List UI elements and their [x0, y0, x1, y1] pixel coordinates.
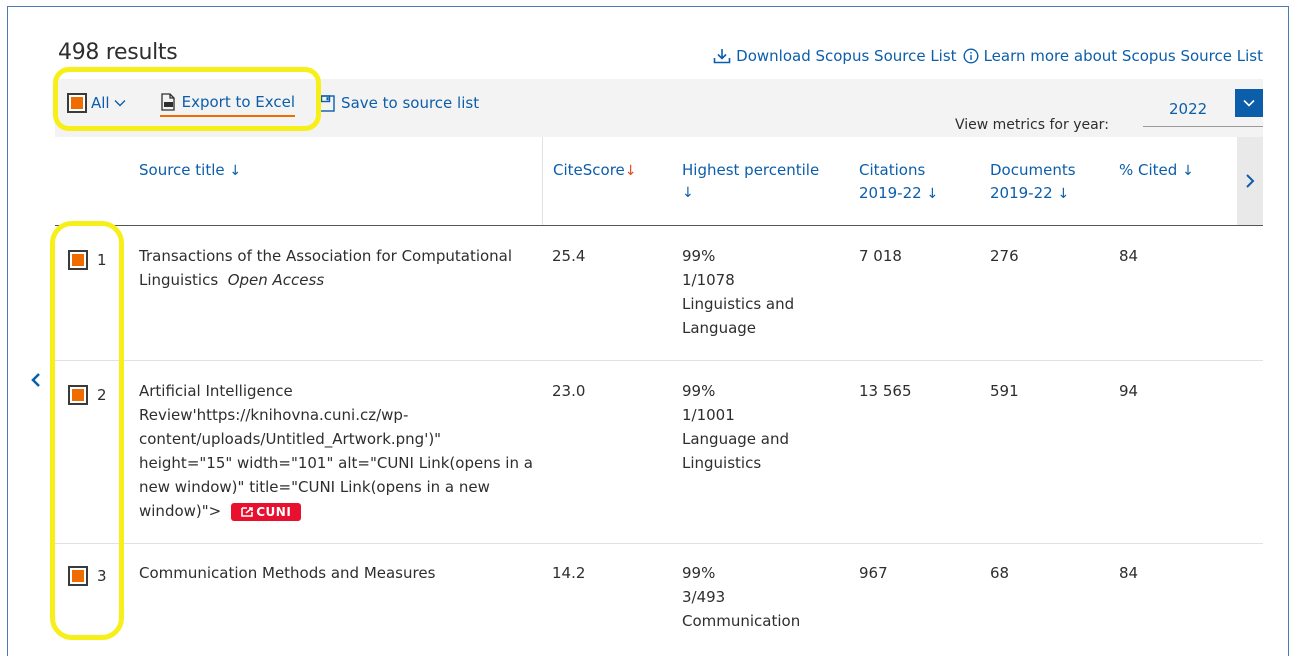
row-selector: 2	[68, 385, 107, 405]
chevron-down-icon	[1243, 99, 1255, 107]
row-index: 1	[97, 251, 107, 269]
select-all-label: All	[91, 94, 110, 112]
view-metrics-label: View metrics for year:	[955, 117, 1109, 133]
metrics-year-select[interactable]: 2022	[1143, 89, 1263, 127]
column-divider	[542, 137, 543, 225]
sort-arrow-active-icon: ↓	[624, 163, 637, 179]
year-value: 2022	[1169, 100, 1208, 118]
source-title-link[interactable]: Transactions of the Association for Comp…	[139, 247, 512, 289]
row-selector: 3	[68, 566, 107, 586]
percentile-cell: 99% 3/493 Communication	[682, 564, 801, 630]
row-checkbox[interactable]	[68, 385, 88, 405]
percent-cited-cell: 84	[1119, 247, 1139, 265]
cuni-link-badge[interactable]: CUNI	[231, 502, 302, 521]
table-row: 1 Transactions of the Association for Co…	[55, 226, 1263, 361]
row-index: 2	[97, 386, 107, 404]
column-citescore[interactable]: CiteScore↓	[553, 159, 637, 183]
results-count: 498 results	[58, 40, 178, 65]
save-label: Save to source list	[341, 94, 480, 112]
excel-file-icon	[160, 93, 175, 111]
export-label: Export to Excel	[181, 93, 296, 111]
download-link-label: Download Scopus Source List	[736, 47, 957, 65]
sort-arrow-icon: ↓	[682, 185, 694, 201]
citations-cell: 7 018	[859, 247, 902, 265]
column-highest-percentile[interactable]: Highest percentile ↓	[682, 159, 819, 205]
sort-arrow-icon: ↓	[1057, 186, 1070, 202]
save-icon	[317, 94, 335, 112]
select-all-checkbox[interactable]	[67, 93, 87, 113]
citescore-cell: 14.2	[552, 564, 586, 582]
column-documents[interactable]: Documents 2019-22 ↓	[990, 159, 1076, 206]
save-to-source-list-button[interactable]: Save to source list	[317, 94, 479, 112]
learn-more-label: Learn more about Scopus Source List	[983, 47, 1263, 65]
external-link-icon	[241, 506, 254, 517]
percentile-cell: 99% 1/1001 Language and Linguistics	[682, 382, 790, 472]
row-checkbox[interactable]	[68, 566, 88, 586]
column-percent-cited[interactable]: % Cited ↓	[1119, 159, 1194, 183]
column-citations[interactable]: Citations 2019-22 ↓	[859, 159, 938, 206]
table-row: 3 Communication Methods and Measures 14.…	[55, 544, 1263, 648]
row-selector: 1	[68, 250, 107, 270]
percent-cited-cell: 94	[1119, 382, 1139, 400]
chevron-down-icon	[114, 100, 126, 107]
citations-cell: 967	[859, 564, 888, 582]
documents-cell: 276	[990, 247, 1019, 265]
table-header: Source title ↓ CiteScore↓ Highest percen…	[55, 137, 1263, 226]
percent-cited-cell: 84	[1119, 564, 1139, 582]
open-access-badge: Open Access	[227, 271, 325, 289]
source-title-cell: Transactions of the Association for Comp…	[139, 244, 539, 292]
year-dropdown-button[interactable]	[1235, 89, 1263, 117]
arrow-left-icon[interactable]	[31, 373, 41, 387]
citescore-cell: 25.4	[552, 247, 586, 265]
column-source-title[interactable]: Source title ↓	[139, 159, 241, 183]
source-title-cell: Artificial Intelligence Review'https://k…	[139, 379, 534, 523]
sort-arrow-icon: ↓	[229, 163, 242, 179]
sort-arrow-icon: ↓	[1182, 163, 1194, 179]
sort-arrow-icon: ↓	[926, 186, 939, 202]
info-icon	[963, 48, 979, 64]
learn-more-link[interactable]: Learn more about Scopus Source List	[963, 47, 1263, 65]
chevron-right-icon	[1246, 174, 1255, 188]
source-title-link[interactable]: Communication Methods and Measures	[139, 564, 435, 582]
documents-cell: 68	[990, 564, 1010, 582]
row-index: 3	[97, 567, 107, 585]
export-to-excel-button[interactable]: Export to Excel	[159, 93, 296, 117]
download-source-list-link[interactable]: Download Scopus Source List	[713, 47, 957, 65]
documents-cell: 591	[990, 382, 1019, 400]
download-icon	[713, 49, 731, 64]
citations-cell: 13 565	[859, 382, 912, 400]
citescore-cell: 23.0	[552, 382, 586, 400]
scroll-right-button[interactable]	[1237, 137, 1263, 225]
select-all-dropdown[interactable]: All	[67, 93, 126, 113]
source-title-cell: Communication Methods and Measures	[139, 561, 539, 585]
percentile-cell: 99% 1/1078 Linguistics and Language	[682, 247, 795, 337]
top-links: Download Scopus Source List Learn more a…	[713, 47, 1263, 65]
row-checkbox[interactable]	[68, 250, 88, 270]
table-row: 2 Artificial Intelligence Review'https:/…	[55, 361, 1263, 544]
source-title-link[interactable]: Artificial Intelligence Review'https://k…	[139, 382, 533, 520]
